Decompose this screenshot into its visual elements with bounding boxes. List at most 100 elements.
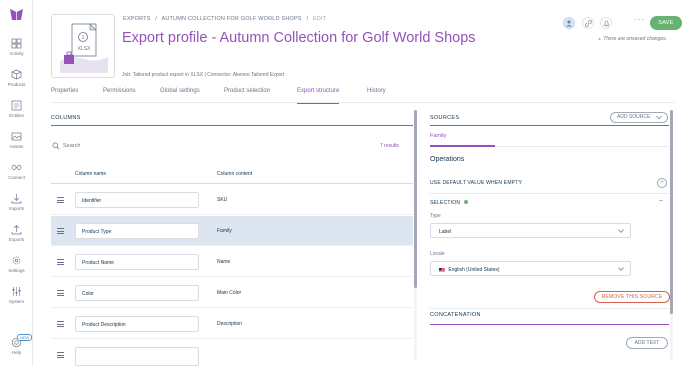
concatenation-title: CONCATENATION bbox=[430, 312, 481, 318]
drag-handle-icon[interactable] bbox=[57, 290, 64, 296]
page-title: Export profile - Autumn Collection for G… bbox=[122, 30, 476, 46]
drag-handle-icon[interactable] bbox=[57, 259, 64, 265]
column-name-input[interactable]: Identifier bbox=[75, 192, 199, 208]
breadcrumb-profile-link[interactable]: AUTUMN COLLECTION FOR GOLF WORLD SHOPS bbox=[162, 16, 302, 22]
sidebar-item-exports[interactable]: Exports bbox=[0, 224, 33, 250]
column-name-input[interactable]: Product Type bbox=[75, 223, 199, 239]
add-text-button[interactable]: ADD TEXT bbox=[626, 337, 668, 349]
user-avatar-button[interactable] bbox=[563, 17, 575, 29]
assets-icon bbox=[11, 132, 22, 141]
table-row[interactable]: Product Type Family bbox=[51, 216, 413, 246]
operations-title: Operations bbox=[430, 156, 465, 163]
chevron-down-icon bbox=[656, 115, 662, 120]
table-row[interactable]: Identifier SKU bbox=[51, 185, 413, 215]
page-subtitle: Job: Tailored product export in XLSX | C… bbox=[122, 72, 285, 78]
unsaved-changes-warning: ▲ There are unsaved changes. bbox=[597, 36, 667, 42]
exports-icon bbox=[11, 225, 22, 235]
sidebar-item-entities[interactable]: Entities bbox=[0, 100, 33, 126]
column-name-input[interactable] bbox=[75, 347, 199, 366]
sidebar-item-label: Activity bbox=[9, 51, 24, 56]
columns-section-title: COLUMNS bbox=[51, 115, 81, 121]
sidebar-item-label: Exports bbox=[8, 237, 25, 242]
sidebar-item-label: Entities bbox=[9, 113, 24, 118]
column-content: Family bbox=[217, 228, 232, 234]
sidebar-item-label: Help bbox=[11, 350, 22, 355]
columns-scrollbar-thumb[interactable] bbox=[414, 110, 417, 288]
tab-properties[interactable]: Properties bbox=[51, 88, 78, 103]
save-button[interactable]: SAVE bbox=[650, 16, 682, 30]
locale-label: Locale bbox=[430, 251, 445, 257]
search-icon bbox=[52, 142, 60, 150]
breadcrumb-current: EDIT bbox=[312, 16, 327, 22]
drag-handle-icon[interactable] bbox=[57, 197, 64, 203]
drag-handle-icon[interactable] bbox=[57, 228, 64, 234]
column-content: SKU bbox=[217, 197, 228, 203]
locale-select[interactable]: English (United States) bbox=[430, 261, 631, 276]
link-button[interactable] bbox=[582, 17, 594, 29]
svg-text:1: 1 bbox=[82, 35, 85, 41]
tab-product-selection[interactable]: Product selection bbox=[224, 88, 270, 103]
system-icon bbox=[12, 287, 21, 296]
table-row[interactable] bbox=[51, 340, 413, 366]
avatar-icon bbox=[566, 20, 572, 27]
type-select[interactable]: Label bbox=[430, 223, 631, 238]
sidebar-item-label: Products bbox=[7, 82, 26, 87]
breadcrumb-exports-link[interactable]: EXPORTS bbox=[123, 16, 151, 22]
source-tab-family[interactable]: Family bbox=[430, 133, 446, 139]
table-row[interactable]: Product Name Name bbox=[51, 247, 413, 277]
unsaved-changes-text: There are unsaved changes. bbox=[603, 36, 667, 42]
concatenation-header-divider bbox=[430, 324, 669, 325]
tab-permissions[interactable]: Permissions bbox=[103, 88, 136, 103]
add-source-button[interactable]: ADD SOURCE bbox=[610, 112, 668, 123]
default-value-label: USE DEFAULT VALUE WHEN EMPTY bbox=[430, 180, 523, 186]
bell-icon bbox=[603, 20, 609, 26]
table-row[interactable]: Color Main Color bbox=[51, 278, 413, 308]
chevron-down-icon bbox=[618, 267, 624, 271]
drag-handle-icon[interactable] bbox=[57, 352, 64, 358]
source-tab-active-indicator bbox=[430, 145, 495, 147]
column-content: Name bbox=[217, 259, 231, 265]
link-icon bbox=[584, 19, 592, 27]
column-name-input[interactable]: Product Description bbox=[75, 316, 199, 332]
sources-header-divider bbox=[430, 125, 669, 126]
sidebar-item-system[interactable]: System bbox=[0, 286, 33, 312]
sidebar-item-label: Settings bbox=[8, 268, 25, 273]
drag-handle-icon[interactable] bbox=[57, 321, 64, 327]
main-sidebar: Activity Products Entities Assets Connec… bbox=[0, 0, 33, 366]
sidebar-item-label: Imports bbox=[8, 206, 24, 211]
sidebar-item-assets[interactable]: Assets bbox=[0, 131, 33, 157]
products-icon bbox=[11, 69, 22, 80]
sidebar-item-settings[interactable]: Settings bbox=[0, 255, 33, 281]
warning-icon: ▲ bbox=[597, 36, 602, 42]
breadcrumb-separator: / bbox=[306, 16, 309, 22]
akeneo-logo-icon[interactable] bbox=[9, 7, 24, 21]
column-content-header: Column content bbox=[217, 171, 253, 177]
notifications-button[interactable] bbox=[600, 17, 612, 29]
column-name-input[interactable]: Product Name bbox=[75, 254, 199, 270]
tab-global-settings[interactable]: Global settings bbox=[160, 88, 200, 103]
sources-scrollbar-thumb[interactable] bbox=[670, 110, 673, 314]
sidebar-item-connect[interactable]: Connect bbox=[0, 162, 33, 188]
remove-source-button[interactable]: REMOVE THIS SOURCE bbox=[594, 291, 670, 303]
breadcrumb: EXPORTS / AUTUMN COLLECTION FOR GOLF WOR… bbox=[123, 16, 326, 22]
results-count: 7 results bbox=[380, 143, 399, 149]
tab-history[interactable]: History bbox=[367, 88, 386, 103]
columns-search-input[interactable] bbox=[63, 141, 263, 151]
sidebar-item-imports[interactable]: Imports bbox=[0, 193, 33, 219]
column-name-input[interactable]: Color bbox=[75, 285, 199, 301]
sidebar-item-help[interactable]: NEW Help bbox=[0, 334, 33, 363]
add-default-value-button[interactable]: + bbox=[657, 178, 667, 188]
thumb-label: XLSX bbox=[78, 46, 91, 52]
table-row[interactable]: Product Description Description bbox=[51, 309, 413, 339]
selection-status-dot bbox=[464, 200, 468, 204]
column-content: Description bbox=[217, 321, 243, 327]
sources-section-title: SOURCES bbox=[430, 115, 460, 121]
us-flag-icon bbox=[439, 267, 445, 272]
locale-select-value: English (United States) bbox=[448, 267, 500, 273]
sidebar-item-activity[interactable]: Activity bbox=[0, 38, 33, 64]
sidebar-item-products[interactable]: Products bbox=[0, 69, 33, 95]
more-actions-button[interactable]: ··· bbox=[634, 15, 645, 24]
concatenation-divider-top bbox=[430, 308, 669, 309]
collapse-selection-button[interactable]: – bbox=[659, 197, 663, 204]
tab-export-structure[interactable]: Export structure bbox=[297, 88, 340, 104]
